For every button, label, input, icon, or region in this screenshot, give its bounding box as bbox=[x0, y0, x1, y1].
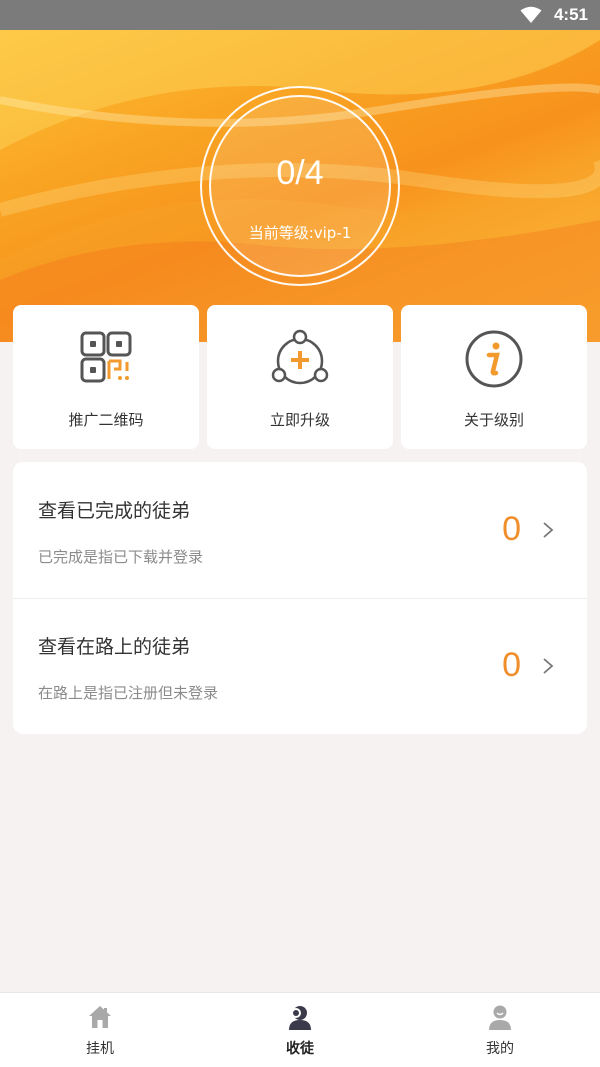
bottom-tab-bar: 挂机 收徒 我的 bbox=[0, 992, 600, 1067]
pending-apprentices-count: 0 bbox=[502, 646, 521, 684]
progress-count: 0/4 bbox=[276, 154, 324, 192]
about-level-card[interactable]: 关于级别 bbox=[401, 305, 587, 449]
chevron-right-icon bbox=[543, 658, 554, 674]
upgrade-label: 立即升级 bbox=[269, 411, 330, 429]
pending-apprentices-row[interactable]: 查看在路上的徒弟 在路上是指已注册但未登录 0 bbox=[13, 598, 587, 734]
completed-apprentices-count: 0 bbox=[502, 510, 521, 548]
qr-code-icon bbox=[80, 331, 132, 383]
status-bar: 4:51 bbox=[0, 0, 600, 30]
pending-apprentices-desc: 在路上是指已注册但未登录 bbox=[38, 684, 219, 702]
tab-profile[interactable]: 我的 bbox=[400, 993, 600, 1067]
upgrade-card[interactable]: 立即升级 bbox=[207, 305, 393, 449]
hero-banner: 0/4 当前等级:vip-1 bbox=[0, 30, 600, 342]
info-icon bbox=[465, 330, 523, 388]
tab-idle-label: 挂机 bbox=[86, 1041, 114, 1057]
about-level-label: 关于级别 bbox=[463, 411, 524, 429]
tab-idle[interactable]: 挂机 bbox=[0, 993, 200, 1067]
tab-apprentice-label: 收徒 bbox=[286, 1041, 314, 1057]
promo-qr-card[interactable]: 推广二维码 bbox=[13, 305, 199, 449]
promo-qr-label: 推广二维码 bbox=[68, 411, 144, 429]
home-icon bbox=[89, 1006, 111, 1028]
current-level: 当前等级:vip-1 bbox=[248, 224, 352, 242]
completed-apprentices-row[interactable]: 查看已完成的徒弟 已完成是指已下载并登录 0 bbox=[13, 462, 587, 598]
apprentice-icon bbox=[289, 1006, 311, 1030]
upgrade-icon bbox=[271, 329, 329, 385]
apprentice-list: 查看已完成的徒弟 已完成是指已下载并登录 0 查看在路上的徒弟 在路上是指已注册… bbox=[13, 462, 587, 734]
pending-apprentices-title: 查看在路上的徒弟 bbox=[38, 636, 191, 658]
status-time: 4:51 bbox=[553, 5, 588, 24]
completed-apprentices-desc: 已完成是指已下载并登录 bbox=[38, 548, 204, 566]
completed-apprentices-title: 查看已完成的徒弟 bbox=[38, 500, 191, 522]
tab-apprentice[interactable]: 收徒 bbox=[200, 993, 400, 1067]
tab-profile-label: 我的 bbox=[486, 1041, 514, 1057]
profile-icon bbox=[489, 1005, 511, 1030]
chevron-right-icon bbox=[543, 522, 554, 538]
wifi-icon bbox=[520, 6, 542, 23]
